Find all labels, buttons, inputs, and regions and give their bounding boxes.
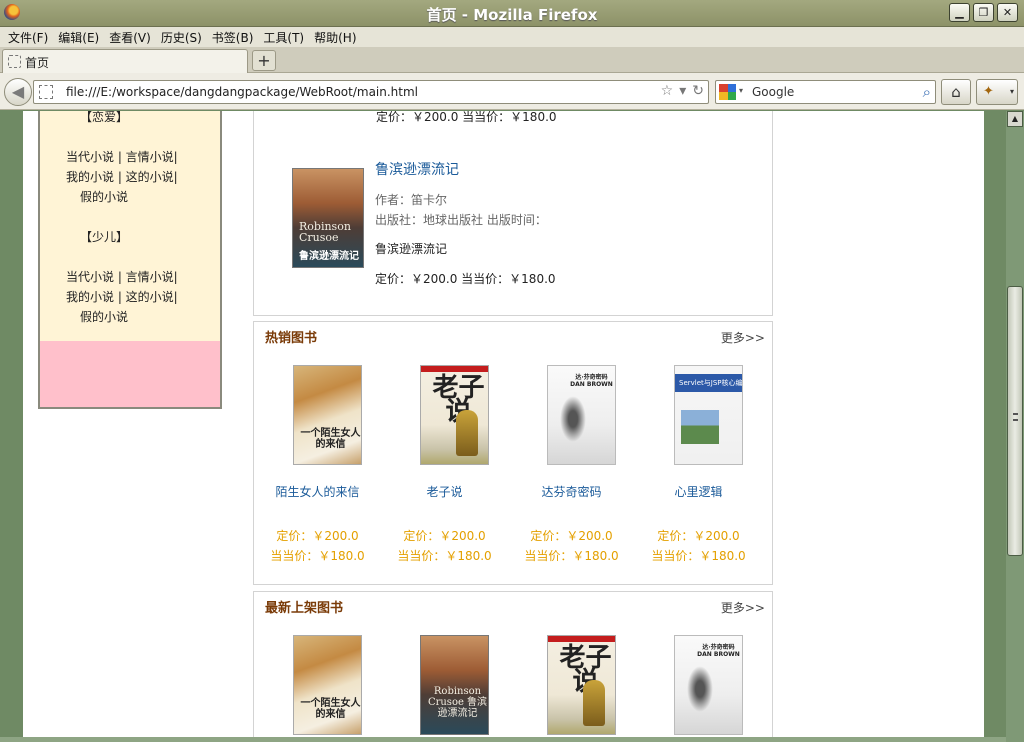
book-cover[interactable]: 一个陌生女人的来信: [293, 635, 362, 735]
menu-view[interactable]: 查看(V): [107, 27, 159, 47]
close-button[interactable]: ✕: [997, 3, 1018, 22]
category-title-romance: 【恋爱】: [80, 111, 129, 124]
category-link-row[interactable]: 我的小说 | 这的小说|: [66, 288, 178, 305]
back-button[interactable]: ◀: [4, 78, 32, 106]
scroll-up-arrow-icon[interactable]: ▲: [1007, 111, 1023, 127]
maximize-button[interactable]: ❐: [973, 3, 994, 22]
book-name-link[interactable]: 达芬奇密码: [508, 483, 635, 500]
url-text[interactable]: file:///E:/workspace/dangdangpackage/Web…: [66, 85, 418, 99]
new-tab-button[interactable]: +: [252, 50, 276, 71]
category-link-row[interactable]: 假的小说: [80, 188, 128, 205]
web-page: 【恋爱】 当代小说 | 言情小说| 我的小说 | 这的小说| 假的小说 【少儿】…: [23, 111, 984, 742]
content-viewport: 【恋爱】 当代小说 | 言情小说| 我的小说 | 这的小说| 假的小说 【少儿】…: [0, 111, 1024, 742]
category-sidebar: 【恋爱】 当代小说 | 言情小说| 我的小说 | 这的小说| 假的小说 【少儿】…: [38, 111, 222, 409]
book-author: 作者：笛卡尔: [375, 193, 448, 207]
search-bar[interactable]: ▾ Google ⌕: [715, 80, 936, 104]
book-dd-price: 当当价：￥180.0: [397, 549, 492, 563]
reload-icon[interactable]: ↻: [692, 83, 704, 99]
navigation-toolbar: ◀ file:///E:/workspace/dangdangpackage/W…: [0, 73, 1024, 110]
menubar: 文件(F) 编辑(E) 查看(V) 历史(S) 书签(B) 工具(T) 帮助(H…: [0, 27, 1024, 47]
engine-dropdown-icon[interactable]: ▾: [739, 86, 743, 95]
hot-books-more-link[interactable]: 更多>>: [721, 329, 765, 346]
book-title-link[interactable]: 鲁滨逊漂流记: [375, 159, 459, 179]
site-identity-icon[interactable]: [39, 85, 53, 99]
book-description: 鲁滨逊漂流记: [375, 242, 448, 256]
window-controls: ▁ ❐ ✕: [949, 3, 1018, 22]
book-list-price: 定价：￥200.0: [276, 529, 359, 543]
menu-file[interactable]: 文件(F): [6, 27, 56, 47]
home-button[interactable]: ⌂: [941, 79, 971, 105]
url-bar[interactable]: file:///E:/workspace/dangdangpackage/Web…: [33, 80, 709, 104]
book-list-price: 定价：￥200.0: [657, 529, 740, 543]
menu-history[interactable]: 历史(S): [159, 27, 210, 47]
book-publisher: 出版社：地球出版社 出版时间：: [375, 213, 547, 227]
category-link-row[interactable]: 当代小说 | 言情小说|: [66, 148, 178, 165]
menu-edit[interactable]: 编辑(E): [56, 27, 107, 47]
extension-dropdown-icon[interactable]: ▾: [1010, 80, 1014, 104]
bookmark-star-icon[interactable]: ☆: [661, 83, 674, 99]
vertical-scrollbar[interactable]: ▲: [1006, 111, 1024, 742]
category-link-row[interactable]: 假的小说: [80, 308, 128, 325]
google-engine-icon[interactable]: [719, 84, 736, 100]
hot-books-title: 热销图书: [265, 331, 318, 346]
window-titlebar: 首页 - Mozilla Firefox ▁ ❐ ✕: [0, 0, 1024, 27]
newest-books-title: 最新上架图书: [265, 601, 344, 616]
menu-tools[interactable]: 工具(T): [261, 27, 312, 47]
window-title: 首页 - Mozilla Firefox: [426, 6, 598, 24]
book-cover[interactable]: Servlet与JSP核心编程: [674, 365, 750, 465]
search-icon[interactable]: ⌕: [923, 83, 931, 101]
book-list-price: 定价：￥200.0: [530, 529, 613, 543]
extension-button[interactable]: ✦ ▾: [976, 79, 1018, 105]
scrollbar-thumb[interactable]: [1007, 286, 1023, 556]
menu-help[interactable]: 帮助(H): [312, 27, 364, 47]
book-list-price: 定价：￥200.0: [403, 529, 486, 543]
book-cover[interactable]: 达·芬奇密码 DAN BROWN: [674, 635, 743, 735]
menu-bookmarks[interactable]: 书签(B): [210, 27, 262, 47]
book-cover-robinson[interactable]: Robinson Crusoe 鲁滨逊漂流记: [292, 168, 364, 268]
book-name-link[interactable]: 心里逻辑: [635, 483, 762, 500]
book-price: 定价：￥200.0 当当价：￥180.0: [375, 272, 556, 286]
url-history-dropdown-icon[interactable]: ▾: [679, 83, 686, 99]
horizontal-scrollbar[interactable]: [0, 737, 1006, 742]
book-dd-price: 当当价：￥180.0: [270, 549, 365, 563]
sidebar-pink-block: [40, 341, 220, 407]
category-link-row[interactable]: 当代小说 | 言情小说|: [66, 268, 178, 285]
page-favicon-icon: [8, 55, 21, 68]
book-cover[interactable]: Robinson Crusoe 鲁滨逊漂流记: [420, 635, 489, 735]
newest-books-section: 最新上架图书 更多>> 一个陌生女人的来信 Robinson Crusoe 鲁滨…: [253, 591, 773, 742]
category-title-children: 【少儿】: [80, 230, 129, 244]
book-cover[interactable]: 老子说: [547, 635, 616, 735]
tab-label: 首页: [25, 56, 50, 70]
prev-book-price: 定价：￥200.0 当当价：￥180.0: [376, 111, 557, 124]
hot-books-section: 热销图书 更多>> 一个陌生女人的来信 陌生女人的来信 定价：￥200.0 当当…: [253, 321, 773, 585]
book-cover[interactable]: 达·芬奇密码 DAN BROWN: [547, 365, 616, 465]
book-dd-price: 当当价：￥180.0: [651, 549, 746, 563]
category-link-row[interactable]: 我的小说 | 这的小说|: [66, 168, 178, 185]
book-cover[interactable]: 老子说: [420, 365, 489, 465]
newest-books-more-link[interactable]: 更多>>: [721, 599, 765, 616]
book-cover[interactable]: 一个陌生女人的来信: [293, 365, 362, 465]
extension-icon: ✦: [983, 84, 994, 99]
book-name-link[interactable]: 陌生女人的来信: [254, 483, 381, 500]
book-name-link[interactable]: 老子说: [381, 483, 508, 500]
tab-bar: 首页 +: [0, 47, 1024, 73]
minimize-button[interactable]: ▁: [949, 3, 970, 22]
book-dd-price: 当当价：￥180.0: [524, 549, 619, 563]
tab-home[interactable]: 首页: [2, 49, 248, 73]
search-input[interactable]: Google: [752, 85, 794, 99]
